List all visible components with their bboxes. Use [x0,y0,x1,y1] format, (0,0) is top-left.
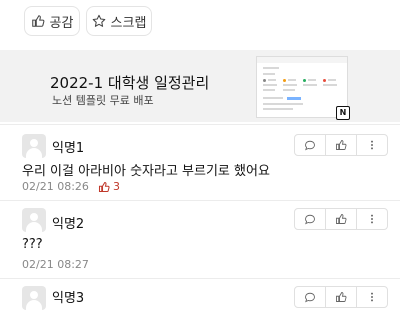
reply-button[interactable] [294,134,326,156]
more-options-button[interactable] [356,286,388,308]
thumbs-up-icon [336,140,347,150]
reply-button[interactable] [294,286,326,308]
thumbs-up-icon [336,292,347,302]
chat-bubble-icon [305,214,315,225]
more-options-button[interactable] [356,134,388,156]
more-vertical-icon [371,214,373,224]
comment-divider [0,278,400,279]
avatar[interactable] [22,208,46,232]
chat-bubble-icon [305,140,315,151]
post-action-bar: 공감 스크랩 [0,0,400,42]
banner-subtitle: 노션 템플릿 무료 배포 [52,94,154,107]
scrap-button[interactable]: 스크랩 [86,6,152,36]
more-vertical-icon [371,292,373,302]
thumbs-up-icon [98,181,110,192]
comment-text: 우리 이걸 아라비아 숫자라고 부르기로 했어요 [22,164,270,179]
more-options-button[interactable] [356,208,388,230]
scrap-label: 스크랩 [110,15,147,31]
thumbs-up-icon [31,15,44,27]
comment-divider [0,200,400,201]
thumbs-up-icon [336,214,347,224]
avatar[interactable] [22,286,46,310]
notion-logo-icon: N [336,106,350,120]
comment-author: 익명3 [52,291,85,306]
like-post-label: 공감 [49,15,74,31]
like-comment-button[interactable] [325,134,357,156]
like-post-button[interactable]: 공감 [24,6,80,36]
comment-item: 익명3 [0,278,400,310]
like-comment-button[interactable] [325,208,357,230]
comment-item: 익명2 ??? 02/21 08:27 [0,200,400,276]
star-icon [92,14,105,27]
like-comment-button[interactable] [325,286,357,308]
comment-timestamp: 02/21 08:26 [22,180,89,193]
comment-action-group [294,208,388,230]
more-vertical-icon [371,140,373,150]
comment-author: 익명1 [52,141,85,156]
comment-divider [0,124,400,125]
banner-thumbnail [256,56,348,118]
comment-action-group [294,134,388,156]
reply-button[interactable] [294,208,326,230]
like-count-value: 3 [113,180,120,193]
comment-item: 익명1 우리 이걸 아라비아 숫자라고 부르기로 했어요 02/21 08:26… [0,124,400,200]
comment-author: 익명2 [52,217,85,232]
comment-like-count: 3 [98,180,120,193]
banner-title: 2022-1 대학생 일정관리 [50,74,210,92]
chat-bubble-icon [305,292,315,303]
comment-text: ??? [22,237,43,252]
comment-action-group [294,286,388,308]
comment-timestamp: 02/21 08:27 [22,258,89,271]
avatar[interactable] [22,134,46,158]
